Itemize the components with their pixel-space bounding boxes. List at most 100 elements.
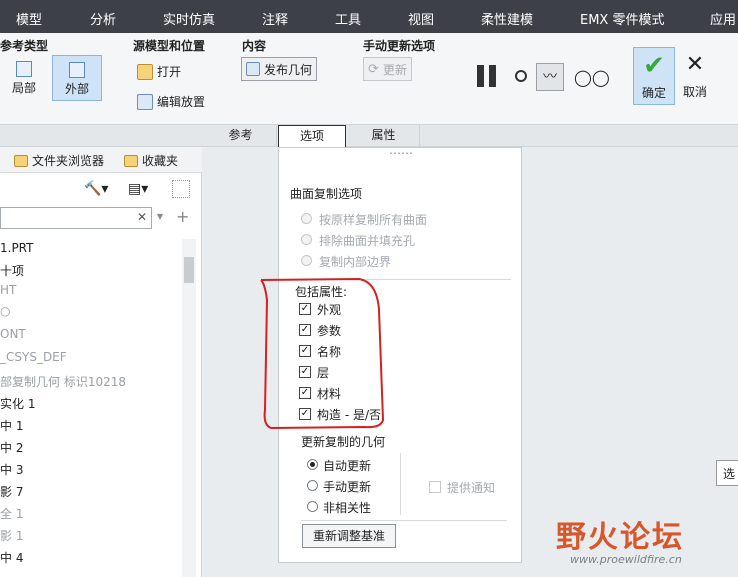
tab-options[interactable]: 选项 <box>278 125 346 147</box>
menu-apps[interactable]: 应用 <box>710 9 736 28</box>
divider <box>301 520 507 521</box>
chevron-down-icon[interactable]: ▾ <box>157 209 163 223</box>
confirm-button[interactable]: ✔ 确定 <box>633 47 675 105</box>
tree-item[interactable]: _CSYS_DEF <box>0 350 67 364</box>
stop-icon[interactable] <box>515 70 527 82</box>
content-title: 内容 <box>242 39 267 53</box>
menu-model[interactable]: 模型 <box>16 9 42 28</box>
tree-item[interactable]: 全 1 <box>0 505 23 522</box>
favorites-tab[interactable]: 收藏夹 <box>124 152 178 169</box>
folder-icon <box>14 154 28 167</box>
surface-copy-title: 曲面复制选项 <box>290 187 363 201</box>
menu-flex[interactable]: 柔性建模 <box>481 9 533 28</box>
radio-copy-all[interactable] <box>301 213 312 224</box>
confirm-label: 确定 <box>641 86 666 100</box>
external-button[interactable]: 外部 <box>52 55 102 101</box>
tab-properties[interactable]: 属性 <box>348 125 420 147</box>
radio-inner-label: 复制内部边界 <box>319 255 392 269</box>
scrollbar[interactable] <box>182 239 196 577</box>
menu-analysis[interactable]: 分析 <box>90 9 116 28</box>
drag-handle[interactable]: ⋯⋯ <box>389 146 413 160</box>
menu-sim[interactable]: 实时仿真 <box>163 9 215 28</box>
checkmark-icon: ✔ <box>643 51 665 81</box>
tree-item[interactable]: 中 4 <box>0 549 23 566</box>
scrollbar-thumb[interactable] <box>184 257 194 283</box>
tree-item[interactable]: 中 3 <box>0 461 23 478</box>
star-folder-icon <box>124 154 138 167</box>
open-button[interactable]: 打开 <box>137 63 181 80</box>
model-tree-panel: 文件夹浏览器 收藏夹 🔨▾ ▤▾ ✕ ▾ + 1.PRT 十项 HT ○ ONT… <box>0 147 202 577</box>
menu-view[interactable]: 视图 <box>408 9 434 28</box>
options-panel: ⋯⋯ 曲面复制选项 按原样复制所有曲面 排除曲面并填充孔 复制内部边界 包括属性… <box>260 146 522 563</box>
edit-place-label: 编辑放置 <box>157 95 206 109</box>
menu-emx[interactable]: EMX 零件模式 <box>580 9 664 28</box>
radio-inner[interactable] <box>301 255 312 266</box>
checkbox-notify[interactable] <box>429 481 441 493</box>
refresh-icon: ⟳ <box>368 61 379 77</box>
radio-exclude-label: 排除曲面并填充孔 <box>319 234 416 248</box>
filter-icon[interactable] <box>172 180 190 198</box>
verify-preview-icon[interactable]: 〰 <box>536 63 564 91</box>
add-icon[interactable]: + <box>176 207 189 226</box>
menu-bar: 模型 分析 实时仿真 注释 工具 视图 柔性建模 EMX 零件模式 应用 <box>0 0 738 33</box>
tree-item[interactable]: ○ <box>0 304 10 318</box>
radio-auto-update-label: 自动更新 <box>323 459 372 473</box>
publish-geom-icon <box>246 62 260 76</box>
radio-exclude[interactable] <box>301 234 312 245</box>
radio-auto-update[interactable] <box>307 459 318 470</box>
favorites-label: 收藏夹 <box>142 154 179 168</box>
tree-settings-icon[interactable]: 🔨▾ <box>84 181 108 197</box>
tree-item[interactable]: 十项 <box>0 262 24 279</box>
tree-item[interactable]: HT <box>0 283 16 297</box>
source-title: 源模型和位置 <box>133 39 206 53</box>
tree-item[interactable]: 中 2 <box>0 439 23 456</box>
tree-columns-icon[interactable]: ▤▾ <box>128 181 148 197</box>
tree-item[interactable]: 部复制几何 标识10218 <box>0 373 126 390</box>
red-annotation-outline <box>260 277 385 430</box>
tree-item[interactable]: 影 1 <box>0 527 23 544</box>
radio-manual-update-label: 手动更新 <box>323 480 372 494</box>
readjust-datum-button[interactable]: 重新调整基准 <box>302 524 396 548</box>
menu-annotation[interactable]: 注释 <box>262 9 288 28</box>
folder-icon <box>137 63 153 80</box>
checkbox-notify-label: 提供通知 <box>447 481 496 495</box>
tab-references[interactable]: 参考 <box>205 125 277 147</box>
radio-copy-all-label: 按原样复制所有曲面 <box>319 213 428 227</box>
watermark-url: www.proewildfire.cn <box>570 553 682 566</box>
cancel-button[interactable]: ✕ 取消 <box>680 47 710 105</box>
local-button[interactable]: 局部 <box>0 55 48 101</box>
radio-independent[interactable] <box>307 501 318 512</box>
close-icon: ✕ <box>685 52 705 77</box>
clear-icon[interactable]: ✕ <box>137 210 147 224</box>
search-input[interactable]: ✕ <box>0 207 152 229</box>
glasses-icon[interactable]: ◯◯ <box>574 68 610 87</box>
watermark-logo: 野火论坛 <box>556 520 684 555</box>
update-label: 更新 <box>382 62 407 77</box>
radio-manual-update[interactable] <box>307 480 318 491</box>
tree-item[interactable]: 影 7 <box>0 483 23 500</box>
external-icon <box>69 62 85 78</box>
divider <box>400 453 401 515</box>
radio-independent-label: 非相关性 <box>323 501 372 515</box>
tree-item[interactable]: 实化 1 <box>0 395 35 412</box>
external-label: 外部 <box>64 82 89 96</box>
publish-geom-button[interactable]: 发布几何 <box>241 57 318 81</box>
tooltip: 选 <box>716 460 738 486</box>
pause-button[interactable] <box>476 65 498 87</box>
panel-tabs: 文件夹浏览器 收藏夹 <box>0 147 202 173</box>
manual-update-title: 手动更新选项 <box>363 39 436 53</box>
tree-item[interactable]: 中 1 <box>0 417 23 434</box>
open-label: 打开 <box>157 65 182 79</box>
folder-browser-label: 文件夹浏览器 <box>32 154 105 168</box>
edit-place-button[interactable]: 编辑放置 <box>137 93 205 110</box>
local-label: 局部 <box>11 81 36 95</box>
tree-item[interactable]: 1.PRT <box>0 241 33 255</box>
pause-icon-bar <box>489 65 496 87</box>
update-geom-title: 更新复制的几何 <box>301 435 386 449</box>
edit-place-icon <box>137 93 153 110</box>
local-icon <box>16 61 32 77</box>
update-button[interactable]: ⟳ 更新 <box>363 57 412 81</box>
folder-browser-tab[interactable]: 文件夹浏览器 <box>14 152 104 169</box>
menu-tools[interactable]: 工具 <box>335 9 361 28</box>
tree-item[interactable]: ONT <box>0 327 26 341</box>
